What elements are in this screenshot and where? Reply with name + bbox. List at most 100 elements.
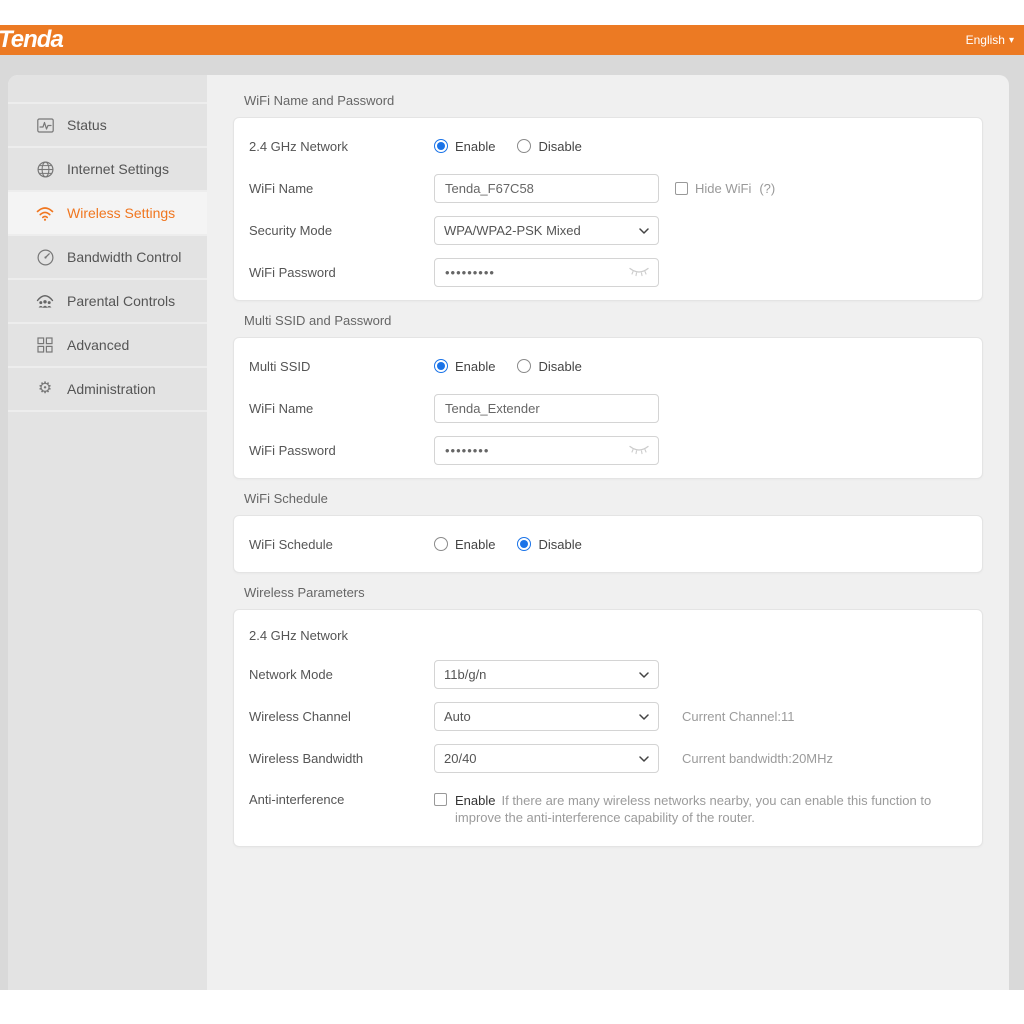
chevron-down-icon xyxy=(639,665,649,683)
radio-label: Disable xyxy=(538,359,581,374)
field-label-wireless-channel: Wireless Channel xyxy=(249,709,434,724)
row-wifi-name: WiFi Name Hide WiFi (?) xyxy=(234,167,982,209)
password-field-wrap xyxy=(434,436,659,465)
disable-radio-24ghz[interactable]: Disable xyxy=(517,139,581,154)
gear-icon: ⚙ xyxy=(36,380,54,398)
row-wireless-bandwidth: Wireless Bandwidth 20/40 Current bandwid… xyxy=(234,737,982,779)
current-bandwidth-note: Current bandwidth:20MHz xyxy=(682,751,833,766)
radio-selected-icon xyxy=(517,537,531,551)
field-label-security-mode: Security Mode xyxy=(249,223,434,238)
sidebar-item-label: Wireless Settings xyxy=(67,205,175,221)
hide-wifi-checkbox[interactable]: Hide WiFi xyxy=(675,181,751,196)
field-label-wifi-schedule: WiFi Schedule xyxy=(249,537,434,552)
row-wifi-password: WiFi Password xyxy=(234,251,982,293)
radio-label: Enable xyxy=(455,537,495,552)
disable-radio-multi-ssid[interactable]: Disable xyxy=(517,359,581,374)
anti-interference-text: EnableIf there are many wireless network… xyxy=(455,792,967,826)
sidebar-item-administration[interactable]: ⚙ Administration xyxy=(8,368,207,412)
enable-radio-wifi-schedule[interactable]: Enable xyxy=(434,537,495,552)
anti-enable-label: Enable xyxy=(455,793,495,808)
radio-selected-icon xyxy=(434,139,448,153)
card-wireless-parameters: 2.4 GHz Network Network Mode 11b/g/n Wir… xyxy=(233,609,983,847)
anti-interference-checkbox[interactable] xyxy=(434,793,447,806)
select-value: 20/40 xyxy=(444,751,477,766)
sidebar-header-space xyxy=(8,75,207,104)
section-title-wifi-name-password: WiFi Name and Password xyxy=(244,93,983,108)
section-title-wifi-schedule: WiFi Schedule xyxy=(244,491,983,506)
field-label-multi-wifi-password: WiFi Password xyxy=(249,443,434,458)
sidebar-item-label: Administration xyxy=(67,381,156,397)
wifi-name-input[interactable] xyxy=(434,174,659,203)
sidebar-item-label: Parental Controls xyxy=(67,293,175,309)
radio-label: Disable xyxy=(538,139,581,154)
section-title-wireless-parameters: Wireless Parameters xyxy=(244,585,983,600)
language-dropdown[interactable]: English ▾ xyxy=(966,33,1014,47)
status-monitor-icon xyxy=(36,116,54,134)
row-security-mode: Security Mode WPA/WPA2-PSK Mixed xyxy=(234,209,982,251)
multi-wifi-name-input[interactable] xyxy=(434,394,659,423)
sidebar-item-label: Status xyxy=(67,117,107,133)
field-label-24ghz: 2.4 GHz Network xyxy=(249,139,434,154)
radio-unselected-icon xyxy=(517,139,531,153)
sidebar-item-bandwidth-control[interactable]: Bandwidth Control xyxy=(8,236,207,280)
row-24ghz-network: 2.4 GHz Network Enable Disable xyxy=(234,125,982,167)
row-multi-wifi-name: WiFi Name xyxy=(234,387,982,429)
eye-closed-icon[interactable] xyxy=(628,444,650,455)
hide-wifi-label: Hide WiFi xyxy=(695,181,751,196)
field-label-multi-ssid: Multi SSID xyxy=(249,359,434,374)
wireless-bandwidth-select[interactable]: 20/40 xyxy=(434,744,659,773)
radio-group-multi-ssid: Enable Disable xyxy=(434,359,582,374)
card-wifi-name-password: 2.4 GHz Network Enable Disable WiFi Nam xyxy=(233,117,983,301)
select-value: Auto xyxy=(444,709,471,724)
sidebar-item-wireless-settings[interactable]: Wireless Settings xyxy=(8,192,207,236)
card-wifi-schedule: WiFi Schedule Enable Disable xyxy=(233,515,983,573)
radio-selected-icon xyxy=(434,359,448,373)
field-label-wifi-name: WiFi Name xyxy=(249,181,434,196)
sidebar-item-status[interactable]: Status xyxy=(8,104,207,148)
current-channel-note: Current Channel:11 xyxy=(682,709,795,724)
select-value: WPA/WPA2-PSK Mixed xyxy=(444,223,581,238)
gauge-icon xyxy=(36,248,54,266)
row-wifi-schedule: WiFi Schedule Enable Disable xyxy=(234,523,982,565)
wireless-channel-select[interactable]: Auto xyxy=(434,702,659,731)
row-network-mode: Network Mode 11b/g/n xyxy=(234,653,982,695)
sidebar-item-label: Advanced xyxy=(67,337,129,353)
sidebar-item-parental-controls[interactable]: Parental Controls xyxy=(8,280,207,324)
hide-wifi-help-icon[interactable]: (?) xyxy=(759,181,775,196)
family-icon xyxy=(36,292,54,310)
main-content: WiFi Name and Password 2.4 GHz Network E… xyxy=(207,75,1009,990)
field-label-wifi-password: WiFi Password xyxy=(249,265,434,280)
tenda-logo: Tenda xyxy=(0,26,63,54)
field-label-multi-wifi-name: WiFi Name xyxy=(249,401,434,416)
field-label-network-mode: Network Mode xyxy=(249,667,434,682)
eye-closed-icon[interactable] xyxy=(628,266,650,277)
radio-label: Disable xyxy=(538,537,581,552)
radio-group-24ghz: Enable Disable xyxy=(434,139,582,154)
wifi-password-input[interactable] xyxy=(434,258,659,287)
checkbox-unchecked-icon xyxy=(675,182,688,195)
multi-wifi-password-input[interactable] xyxy=(434,436,659,465)
card-multi-ssid: Multi SSID Enable Disable WiFi Name xyxy=(233,337,983,479)
subheading-24ghz-network: 2.4 GHz Network xyxy=(234,617,982,653)
sidebar-item-label: Internet Settings xyxy=(67,161,169,177)
enable-radio-24ghz[interactable]: Enable xyxy=(434,139,495,154)
anti-description: If there are many wireless networks near… xyxy=(455,793,931,825)
grid-icon xyxy=(36,336,54,354)
row-multi-ssid: Multi SSID Enable Disable xyxy=(234,345,982,387)
network-mode-select[interactable]: 11b/g/n xyxy=(434,660,659,689)
caret-down-icon: ▾ xyxy=(1009,35,1014,46)
field-label-anti-interference: Anti-interference xyxy=(249,792,434,807)
sidebar-item-label: Bandwidth Control xyxy=(67,249,181,265)
radio-group-wifi-schedule: Enable Disable xyxy=(434,537,582,552)
radio-unselected-icon xyxy=(434,537,448,551)
security-mode-select[interactable]: WPA/WPA2-PSK Mixed xyxy=(434,216,659,245)
radio-unselected-icon xyxy=(517,359,531,373)
row-anti-interference: Anti-interference EnableIf there are man… xyxy=(234,779,982,839)
radio-label: Enable xyxy=(455,139,495,154)
sidebar-item-internet-settings[interactable]: Internet Settings xyxy=(8,148,207,192)
top-navbar: Tenda English ▾ xyxy=(0,25,1024,55)
sidebar-item-advanced[interactable]: Advanced xyxy=(8,324,207,368)
enable-radio-multi-ssid[interactable]: Enable xyxy=(434,359,495,374)
disable-radio-wifi-schedule[interactable]: Disable xyxy=(517,537,581,552)
password-field-wrap xyxy=(434,258,659,287)
